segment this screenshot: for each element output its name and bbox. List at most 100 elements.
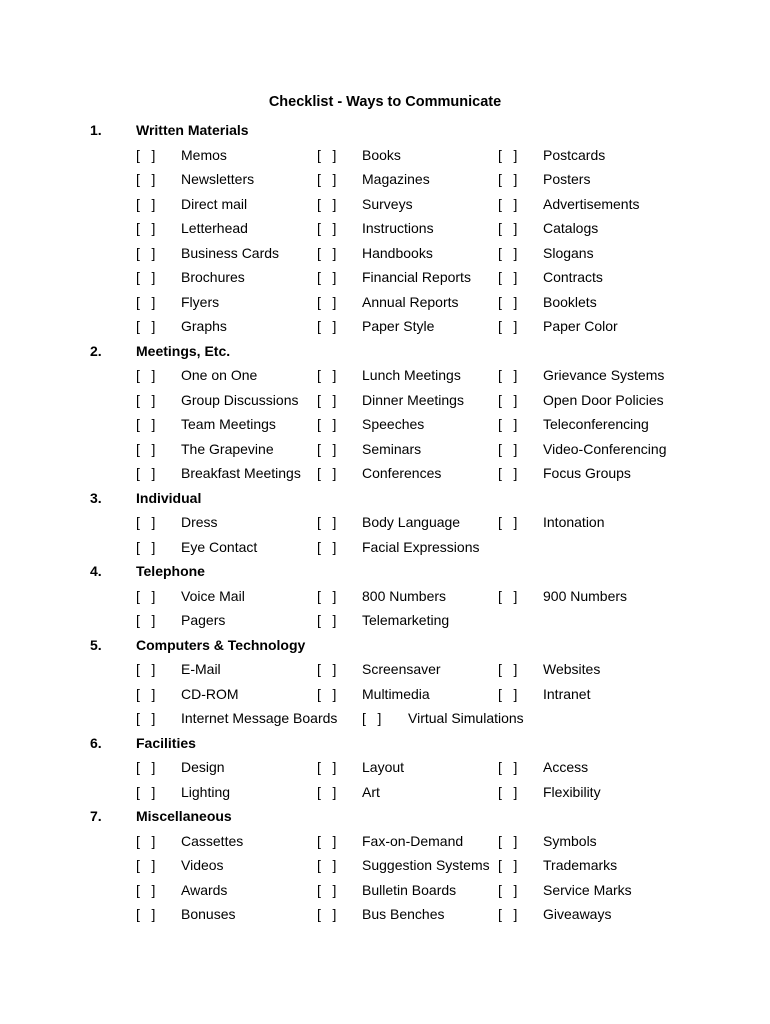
checkbox[interactable]: [ ]: [136, 878, 160, 903]
checklist-item-label: Financial Reports: [362, 269, 471, 285]
checkbox[interactable]: [ ]: [317, 412, 341, 437]
checkbox[interactable]: [ ]: [136, 363, 160, 388]
checklist-item-label: Intranet: [543, 685, 591, 702]
checkbox[interactable]: [ ]: [317, 657, 341, 682]
checkbox[interactable]: [ ]: [498, 461, 522, 486]
checklist-item-label: Grievance Systems: [543, 367, 665, 383]
checkbox[interactable]: [ ]: [498, 192, 522, 217]
checkbox[interactable]: [ ]: [317, 290, 341, 315]
checkbox[interactable]: [ ]: [317, 535, 341, 560]
checklist-row: [ ] Memos [ ] Books [ ] Postcards: [0, 143, 770, 168]
checkbox[interactable]: [ ]: [136, 657, 160, 682]
checkbox[interactable]: [ ]: [498, 216, 522, 241]
checklist-item-label: Multimedia: [362, 685, 430, 702]
checklist-item-label: Dinner Meetings: [362, 391, 464, 408]
checklist-item-label: Dress: [181, 514, 218, 530]
checkbox[interactable]: [ ]: [136, 143, 160, 168]
checkbox[interactable]: [ ]: [136, 755, 160, 780]
checklist-item-label: Bonuses: [181, 906, 236, 922]
checkbox[interactable]: [ ]: [136, 167, 160, 192]
checkbox[interactable]: [ ]: [136, 241, 160, 266]
checkbox[interactable]: [ ]: [498, 290, 522, 315]
checkbox[interactable]: [ ]: [317, 780, 341, 805]
checkbox[interactable]: [ ]: [498, 682, 522, 707]
checklist-row: [ ] Voice Mail [ ] 800 Numbers [ ] 900 Number…: [0, 584, 770, 609]
checklist-item-label: Video-Conferencing: [543, 440, 667, 457]
checkbox[interactable]: [ ]: [136, 535, 160, 560]
checkbox[interactable]: [ ]: [317, 878, 341, 903]
checklist-item-label: Access: [543, 759, 589, 775]
checkbox[interactable]: [ ]: [136, 853, 160, 878]
checkbox[interactable]: [ ]: [317, 829, 341, 854]
checkbox[interactable]: [ ]: [317, 314, 341, 339]
checkbox[interactable]: [ ]: [498, 363, 522, 388]
checkbox[interactable]: [ ]: [136, 584, 160, 609]
checkbox[interactable]: [ ]: [498, 853, 522, 878]
checklist-item-label: Suggestion Systems: [362, 857, 490, 873]
checkbox[interactable]: [ ]: [498, 780, 522, 805]
checkbox[interactable]: [ ]: [498, 412, 522, 437]
checkbox[interactable]: [ ]: [317, 388, 341, 413]
checkbox[interactable]: [ ]: [498, 265, 522, 290]
checklist-item-label: Newsletters: [181, 171, 255, 187]
checkbox[interactable]: [ ]: [317, 143, 341, 168]
section-number: 1.: [90, 122, 102, 138]
checkbox[interactable]: [ ]: [317, 437, 341, 462]
checkbox[interactable]: [ ]: [362, 706, 386, 731]
checkbox[interactable]: [ ]: [317, 682, 341, 707]
checkbox[interactable]: [ ]: [317, 241, 341, 266]
checkbox[interactable]: [ ]: [136, 437, 160, 462]
checkbox[interactable]: [ ]: [136, 902, 160, 927]
checkbox[interactable]: [ ]: [136, 265, 160, 290]
checklist-item-label: Layout: [362, 759, 405, 775]
checkbox[interactable]: [ ]: [498, 829, 522, 854]
checkbox[interactable]: [ ]: [136, 608, 160, 633]
checkbox[interactable]: [ ]: [317, 584, 341, 609]
checkbox[interactable]: [ ]: [317, 167, 341, 192]
checkbox[interactable]: [ ]: [498, 878, 522, 903]
section-title: Telephone: [136, 563, 205, 579]
checkbox[interactable]: [ ]: [136, 682, 160, 707]
checkbox[interactable]: [ ]: [136, 290, 160, 315]
checkbox[interactable]: [ ]: [317, 510, 341, 535]
checkbox[interactable]: [ ]: [136, 216, 160, 241]
checkbox[interactable]: [ ]: [136, 412, 160, 437]
checkbox[interactable]: [ ]: [498, 755, 522, 780]
checkbox[interactable]: [ ]: [498, 143, 522, 168]
checkbox[interactable]: [ ]: [136, 510, 160, 535]
checklist-item-label: Letterhead: [181, 220, 248, 236]
checkbox[interactable]: [ ]: [317, 192, 341, 217]
checkbox[interactable]: [ ]: [317, 755, 341, 780]
checklist-item-label: Screensaver: [362, 661, 441, 677]
checkbox[interactable]: [ ]: [317, 265, 341, 290]
checkbox[interactable]: [ ]: [136, 192, 160, 217]
checkbox[interactable]: [ ]: [498, 510, 522, 535]
checkbox[interactable]: [ ]: [317, 461, 341, 486]
checklist-item-label: Awards: [181, 881, 228, 898]
checklist-item-label: Open Door Policies: [543, 391, 664, 408]
section-title: Miscellaneous: [136, 808, 232, 824]
checklist-item-label: Flyers: [181, 293, 220, 310]
checkbox[interactable]: [ ]: [136, 706, 160, 731]
checklist-row: [ ] Videos [ ] Suggestion Systems [ ] Tradema…: [0, 853, 770, 878]
checkbox[interactable]: [ ]: [136, 780, 160, 805]
checkbox[interactable]: [ ]: [317, 902, 341, 927]
checkbox[interactable]: [ ]: [498, 388, 522, 413]
checkbox[interactable]: [ ]: [498, 241, 522, 266]
checkbox[interactable]: [ ]: [498, 437, 522, 462]
checkbox[interactable]: [ ]: [498, 167, 522, 192]
checkbox[interactable]: [ ]: [136, 829, 160, 854]
checkbox[interactable]: [ ]: [136, 461, 160, 486]
checkbox[interactable]: [ ]: [136, 314, 160, 339]
checkbox[interactable]: [ ]: [136, 388, 160, 413]
checkbox[interactable]: [ ]: [498, 314, 522, 339]
checkbox[interactable]: [ ]: [498, 584, 522, 609]
checkbox[interactable]: [ ]: [498, 657, 522, 682]
checklist-row: [ ] Graphs [ ] Paper Style [ ] Paper Color: [0, 314, 770, 339]
checkbox[interactable]: [ ]: [317, 216, 341, 241]
checkbox[interactable]: [ ]: [317, 853, 341, 878]
checkbox[interactable]: [ ]: [498, 902, 522, 927]
checkbox[interactable]: [ ]: [317, 363, 341, 388]
checklist-item-label: Conferences: [362, 465, 442, 481]
checkbox[interactable]: [ ]: [317, 608, 341, 633]
